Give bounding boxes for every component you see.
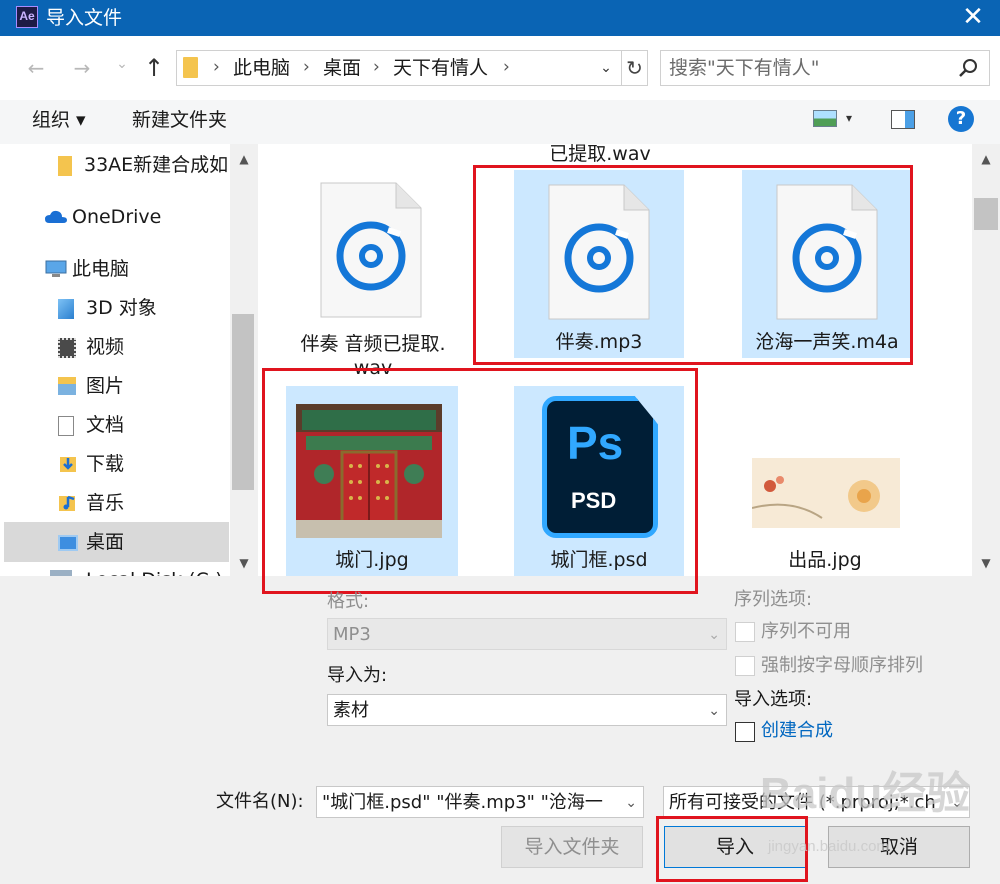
downloads-icon	[60, 457, 76, 472]
file-item[interactable]: 出品.jpg	[740, 430, 910, 576]
chevron-down-icon[interactable]: ⌄	[625, 791, 637, 815]
format-label: 格式:	[327, 591, 370, 612]
import-options-label: 导入选项:	[734, 689, 813, 710]
documents-icon	[58, 416, 74, 436]
import-as-select[interactable]: 素材 ⌄	[327, 694, 727, 726]
window-title: 导入文件	[46, 7, 123, 29]
refresh-button[interactable]: ↻	[622, 50, 648, 86]
sidebar-item-3d-objects[interactable]: 3D 对象	[0, 289, 230, 327]
computer-icon	[45, 260, 67, 277]
pictures-icon	[58, 377, 76, 395]
sidebar-item-videos[interactable]: 视频	[0, 328, 230, 366]
scroll-down-arrow-icon[interactable]: ▼	[230, 556, 258, 576]
file-name-input[interactable]: "城门框.psd" "伴奏.mp3" "沧海一 ⌄	[316, 786, 644, 818]
scroll-up-arrow-icon[interactable]: ▲	[230, 152, 258, 172]
highlight-box-audio	[473, 165, 913, 365]
format-select: MP3 ⌄	[327, 618, 727, 650]
breadcrumb-desktop[interactable]: 桌面	[323, 56, 361, 80]
sidebar-item-label: Local Disk (C:)	[86, 568, 223, 576]
sidebar-item-label: 音乐	[86, 492, 125, 514]
sidebar-item-label: 下载	[86, 453, 125, 475]
sidebar-item-label: 文档	[86, 414, 125, 436]
scroll-up-arrow-icon[interactable]: ▲	[972, 152, 1000, 172]
up-button[interactable]: ↑	[140, 54, 168, 82]
chevron-down-icon: ⌄	[708, 627, 720, 643]
file-name-value: "城门框.psd" "伴奏.mp3" "沧海一	[322, 792, 603, 813]
breadcrumb-current-folder[interactable]: 天下有情人	[393, 56, 488, 80]
file-name-label: 文件名(N):	[216, 791, 304, 812]
create-composition-checkbox[interactable]	[735, 722, 755, 742]
sidebar-item-label: 此电脑	[72, 258, 130, 280]
baidu-watermark-url: jingyan.baidu.com	[768, 838, 889, 855]
create-composition-label[interactable]: 创建合成	[761, 719, 833, 743]
sidebar-item-this-pc[interactable]: 此电脑	[0, 250, 230, 288]
3d-objects-icon	[58, 299, 74, 319]
new-folder-button[interactable]: 新建文件夹	[132, 106, 227, 134]
baidu-watermark: Baidu经验	[760, 769, 971, 818]
breadcrumb-separator: ›	[213, 57, 220, 77]
sidebar-item-onedrive[interactable]: OneDrive	[0, 198, 230, 236]
cloud-icon	[45, 210, 67, 223]
chevron-down-icon: ⌄	[708, 703, 720, 719]
title-bar: Ae 导入文件 ✕	[0, 0, 1000, 36]
breadcrumb-separator: ›	[503, 57, 510, 77]
file-list-scrollbar-thumb[interactable]	[974, 198, 998, 230]
highlight-box-images	[262, 368, 698, 594]
address-dropdown-button[interactable]: ⌄	[596, 54, 616, 82]
file-name-partial: 已提取.wav	[549, 143, 651, 165]
desktop-icon	[58, 535, 78, 551]
import-as-value: 素材	[333, 700, 369, 721]
sidebar-item-downloads[interactable]: 下载	[0, 445, 230, 483]
after-effects-logo-icon: Ae	[16, 6, 38, 28]
address-bar[interactable]: › 此电脑 › 桌面 › 天下有情人 ›	[176, 50, 622, 86]
sidebar-item-label: 图片	[86, 375, 125, 397]
sidebar-item-documents[interactable]: 文档	[0, 406, 230, 444]
breadcrumb-separator: ›	[303, 57, 310, 77]
sequence-options-label: 序列选项:	[734, 589, 813, 610]
preview-pane-icon[interactable]	[891, 110, 915, 129]
folder-icon	[58, 156, 72, 176]
format-value: MP3	[333, 624, 371, 645]
sequence-checkbox	[735, 622, 755, 642]
audio-file-icon	[320, 182, 422, 318]
sidebar-item-label: 视频	[86, 336, 125, 358]
sequence-unavailable-label: 序列不可用	[761, 621, 851, 642]
sidebar-item-pictures[interactable]: 图片	[0, 367, 230, 405]
sidebar-item-33ae-folder[interactable]: 33AE新建合成如	[0, 146, 230, 184]
sidebar-item-label: 桌面	[86, 531, 125, 553]
file-item[interactable]: 伴奏 音频已提取. wav	[288, 168, 458, 382]
change-view-icon[interactable]	[813, 110, 837, 127]
force-alphabetical-label: 强制按字母顺序排列	[761, 655, 923, 676]
forward-button[interactable]: →	[68, 54, 96, 82]
search-icon[interactable]	[957, 57, 979, 79]
sidebar-item-desktop[interactable]: 桌面	[0, 523, 230, 561]
import-folder-button: 导入文件夹	[501, 826, 643, 868]
sidebar-item-label: 3D 对象	[86, 297, 157, 319]
close-button[interactable]: ✕	[958, 2, 988, 32]
scroll-down-arrow-icon[interactable]: ▼	[972, 556, 1000, 576]
music-icon	[59, 495, 75, 511]
sidebar-item-label: 33AE新建合成如	[84, 154, 229, 176]
breadcrumb-this-pc[interactable]: 此电脑	[233, 56, 290, 80]
back-button[interactable]: ←	[22, 54, 50, 82]
recent-locations-button[interactable]: ⌄	[108, 50, 136, 78]
file-name: 伴奏 音频已提取.	[300, 333, 446, 355]
breadcrumb-separator: ›	[373, 57, 380, 77]
product-image-thumbnail	[752, 458, 900, 528]
sidebar-item-local-disk[interactable]: Local Disk (C:)	[0, 562, 230, 576]
view-options-dropdown[interactable]: ▾	[846, 107, 852, 129]
sidebar-item-music[interactable]: 音乐	[0, 484, 230, 522]
video-icon	[58, 338, 76, 358]
folder-icon	[183, 57, 198, 78]
force-alphabetical-checkbox	[735, 656, 755, 676]
import-as-label: 导入为:	[327, 665, 388, 686]
search-input[interactable]: 搜索"天下有情人"	[660, 50, 990, 86]
sidebar-scrollbar-thumb[interactable]	[232, 314, 254, 490]
search-placeholder: 搜索"天下有情人"	[669, 57, 820, 79]
help-icon[interactable]: ?	[948, 106, 974, 132]
organize-button[interactable]: 组织 ▾	[32, 106, 86, 134]
file-name: 出品.jpg	[788, 549, 862, 571]
disk-icon	[50, 570, 72, 576]
sidebar-item-label: OneDrive	[72, 206, 162, 228]
